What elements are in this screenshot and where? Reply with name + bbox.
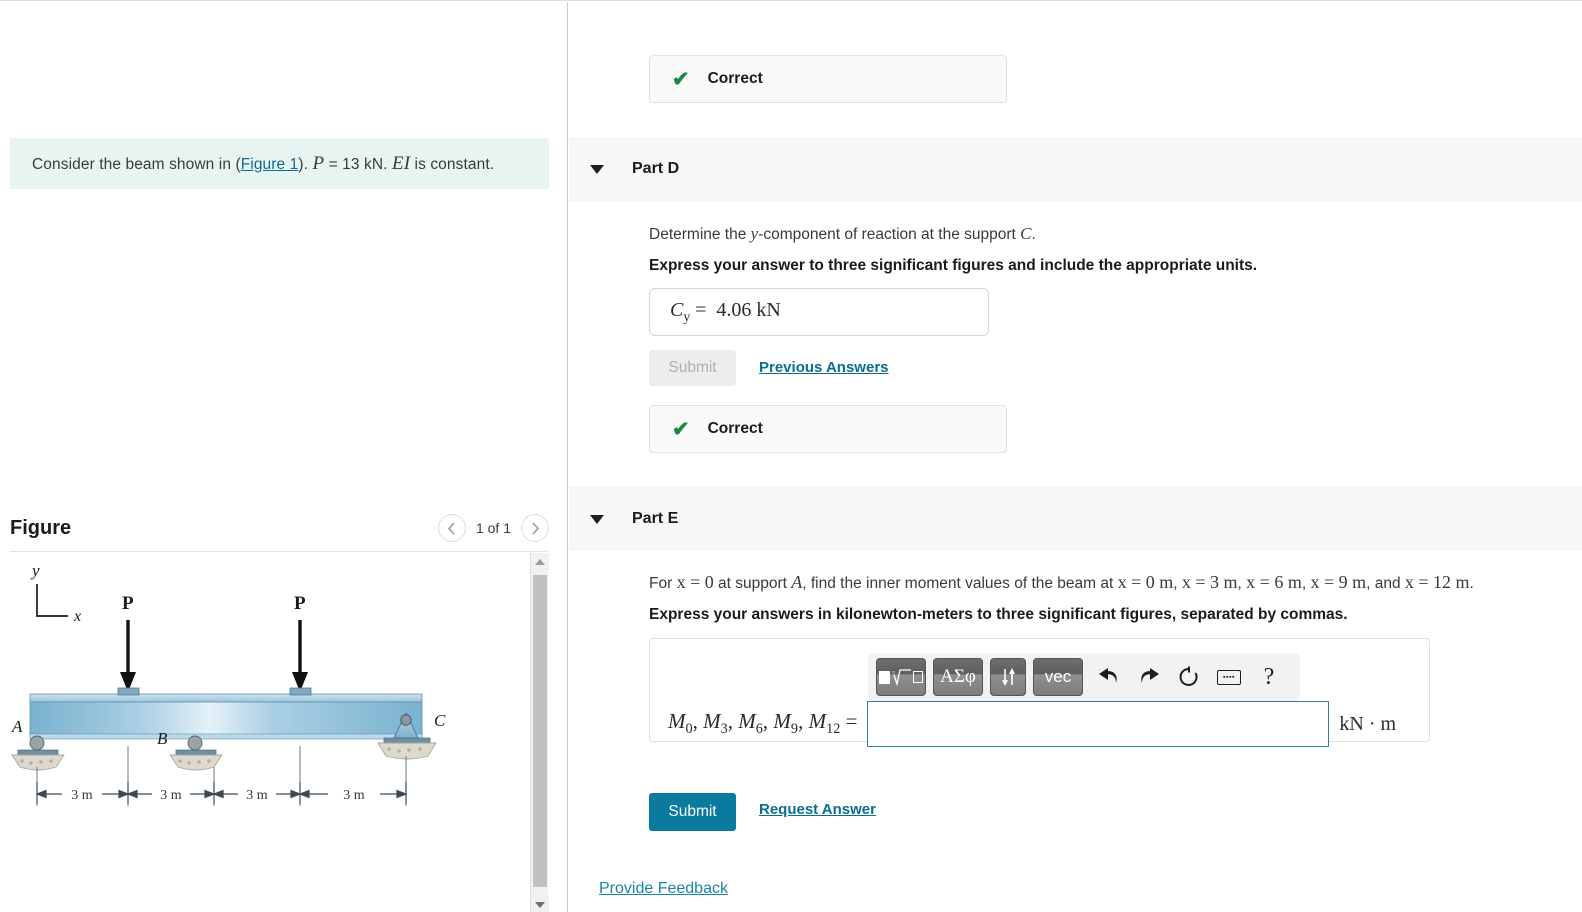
part-e-answer-widget: ▫ ΑΣφ vec xyxy=(649,638,1430,742)
part-e-instruction: Express your answers in kilonewton-meter… xyxy=(649,606,1348,624)
svg-text:y: y xyxy=(30,561,40,580)
figure-title: Figure xyxy=(10,517,71,540)
problem-statement: Consider the beam shown in (Figure 1). P… xyxy=(10,138,549,189)
part-e-q-m-2: A xyxy=(791,572,802,592)
part-e-q-seg-8: . xyxy=(1470,575,1474,592)
svg-text:C: C xyxy=(434,711,446,730)
svg-text:3 m: 3 m xyxy=(343,788,365,803)
part-e-q-m-7: x = 12 m xyxy=(1405,572,1470,592)
part-e-q-m-3: x = 0 m xyxy=(1118,572,1174,592)
svg-text:A: A xyxy=(11,717,23,736)
part-e-title: Part E xyxy=(632,510,678,528)
figure-divider xyxy=(10,551,549,552)
svg-text:B: B xyxy=(157,729,168,748)
part-e-q-seg-5: , xyxy=(1238,575,1247,592)
part-e-answer-row: M0, M3, M6, M9, M12 = kN · m xyxy=(668,701,1396,747)
part-c-status-label: Correct xyxy=(708,70,763,88)
greek-symbols-key[interactable]: ΑΣφ xyxy=(933,658,983,696)
updown-arrows-key[interactable] xyxy=(990,658,1026,696)
axis-indicator: y x xyxy=(30,561,81,625)
part-d-answer-sub: y xyxy=(683,309,690,324)
svg-text:3 m: 3 m xyxy=(160,788,182,803)
figure-page-count: 1 of 1 xyxy=(476,520,511,536)
part-e-q-seg-2: at support xyxy=(714,575,792,592)
figure-viewport: y x P P xyxy=(10,554,530,912)
part-d-correct-box: ✔ Correct xyxy=(649,405,1007,453)
part-e-q-seg-7: , and xyxy=(1366,575,1405,592)
part-d-status-label: Correct xyxy=(708,420,763,438)
scroll-up-icon[interactable] xyxy=(531,553,549,571)
part-e-q-seg-1: For xyxy=(649,575,677,592)
figure-1-link[interactable]: Figure 1 xyxy=(241,156,299,173)
part-d-submit-button[interactable]: Submit xyxy=(649,350,736,386)
part-c-correct-box: ✔ Correct xyxy=(649,55,1007,103)
part-d-answer-eq: = xyxy=(695,299,706,321)
part-d-question-symbol: C xyxy=(1020,224,1031,243)
left-pane: Consider the beam shown in (Figure 1). P… xyxy=(0,2,568,912)
template-key[interactable]: ▫ xyxy=(876,658,926,696)
part-d-question-end: . xyxy=(1032,226,1036,243)
caret-down-icon[interactable] xyxy=(590,165,604,174)
part-e-q-seg-3: , find the inner moment values of the be… xyxy=(802,575,1117,592)
check-icon: ✔ xyxy=(672,419,690,440)
svg-text:3 m: 3 m xyxy=(71,788,93,803)
chevron-left-icon[interactable] xyxy=(438,514,466,542)
part-e-answer-units: kN · m xyxy=(1339,713,1396,736)
figure-pager: 1 of 1 xyxy=(438,514,549,542)
beam-diagram: y x P P xyxy=(10,554,530,912)
part-d-answer-label: C xyxy=(670,299,683,321)
reset-icon[interactable] xyxy=(1170,658,1208,696)
caret-down-icon[interactable] xyxy=(590,515,604,524)
load-arrow-right: P xyxy=(290,593,311,695)
part-d-answer-field: Cy = 4.06 kN xyxy=(649,288,989,336)
problem-suffix: is constant. xyxy=(410,156,494,173)
vector-key[interactable]: vec xyxy=(1033,658,1083,696)
part-d-question-pre: Determine the xyxy=(649,226,751,243)
part-d-question-mid: -component of reaction at the support xyxy=(758,226,1020,243)
part-d-instruction: Express your answer to three significant… xyxy=(649,257,1257,275)
part-d-answer-value: 4.06 kN xyxy=(716,299,780,321)
p-symbol: P xyxy=(312,153,324,174)
keyboard-icon[interactable]: ▪▪▪▪ xyxy=(1210,658,1248,696)
part-e-request-answer-link[interactable]: Request Answer xyxy=(759,801,876,818)
svg-text:P: P xyxy=(294,593,306,614)
right-pane: ✔ Correct Part D Determine the y-compone… xyxy=(569,2,1582,912)
part-e-answer-label: M0, M3, M6, M9, M12 = xyxy=(668,709,857,738)
chevron-right-icon[interactable] xyxy=(521,514,549,542)
part-d-header[interactable]: Part D xyxy=(569,137,1582,201)
load-arrow-left: P xyxy=(118,593,139,695)
scrollbar-thumb[interactable] xyxy=(533,575,547,887)
problem-text: Consider the beam shown in (Figure 1). P… xyxy=(10,153,494,175)
problem-middle: ). xyxy=(298,156,312,173)
figure-header: Figure 1 of 1 xyxy=(10,507,549,549)
part-d-question: Determine the y-component of reaction at… xyxy=(649,224,1036,244)
part-e-q-seg-4: , xyxy=(1173,575,1182,592)
svg-text:x: x xyxy=(73,608,81,625)
part-e-q-m-6: x = 9 m xyxy=(1310,572,1366,592)
provide-feedback-link[interactable]: Provide Feedback xyxy=(599,880,728,898)
ei-symbol: EI xyxy=(392,153,410,174)
problem-prefix: Consider the beam shown in ( xyxy=(32,156,241,173)
part-e-q-m-1: x = 0 xyxy=(677,572,714,592)
math-toolbar: ▫ ΑΣφ vec xyxy=(868,653,1300,701)
svg-text:3 m: 3 m xyxy=(246,788,268,803)
figure-scrollbar[interactable] xyxy=(530,553,548,912)
part-e-q-m-5: x = 6 m xyxy=(1246,572,1302,592)
part-e-header[interactable]: Part E xyxy=(569,487,1582,551)
redo-icon[interactable] xyxy=(1130,658,1168,696)
part-e-q-m-4: x = 3 m xyxy=(1182,572,1238,592)
part-d-answer-text: Cy = 4.06 kN xyxy=(670,299,781,325)
part-d-title: Part D xyxy=(632,160,679,178)
p-value: = 13 kN xyxy=(324,156,383,173)
undo-icon[interactable] xyxy=(1090,658,1128,696)
page-root: Consider the beam shown in (Figure 1). P… xyxy=(0,0,1582,912)
check-icon: ✔ xyxy=(672,69,690,90)
part-e-submit-button[interactable]: Submit xyxy=(649,793,736,831)
part-e-question: For x = 0 at support A, find the inner m… xyxy=(649,572,1474,593)
part-d-previous-answers-link[interactable]: Previous Answers xyxy=(759,359,889,376)
svg-text:P: P xyxy=(122,593,134,614)
scroll-down-icon[interactable] xyxy=(531,896,549,912)
help-icon[interactable]: ? xyxy=(1250,658,1288,696)
part-e-answer-input[interactable] xyxy=(867,701,1329,747)
